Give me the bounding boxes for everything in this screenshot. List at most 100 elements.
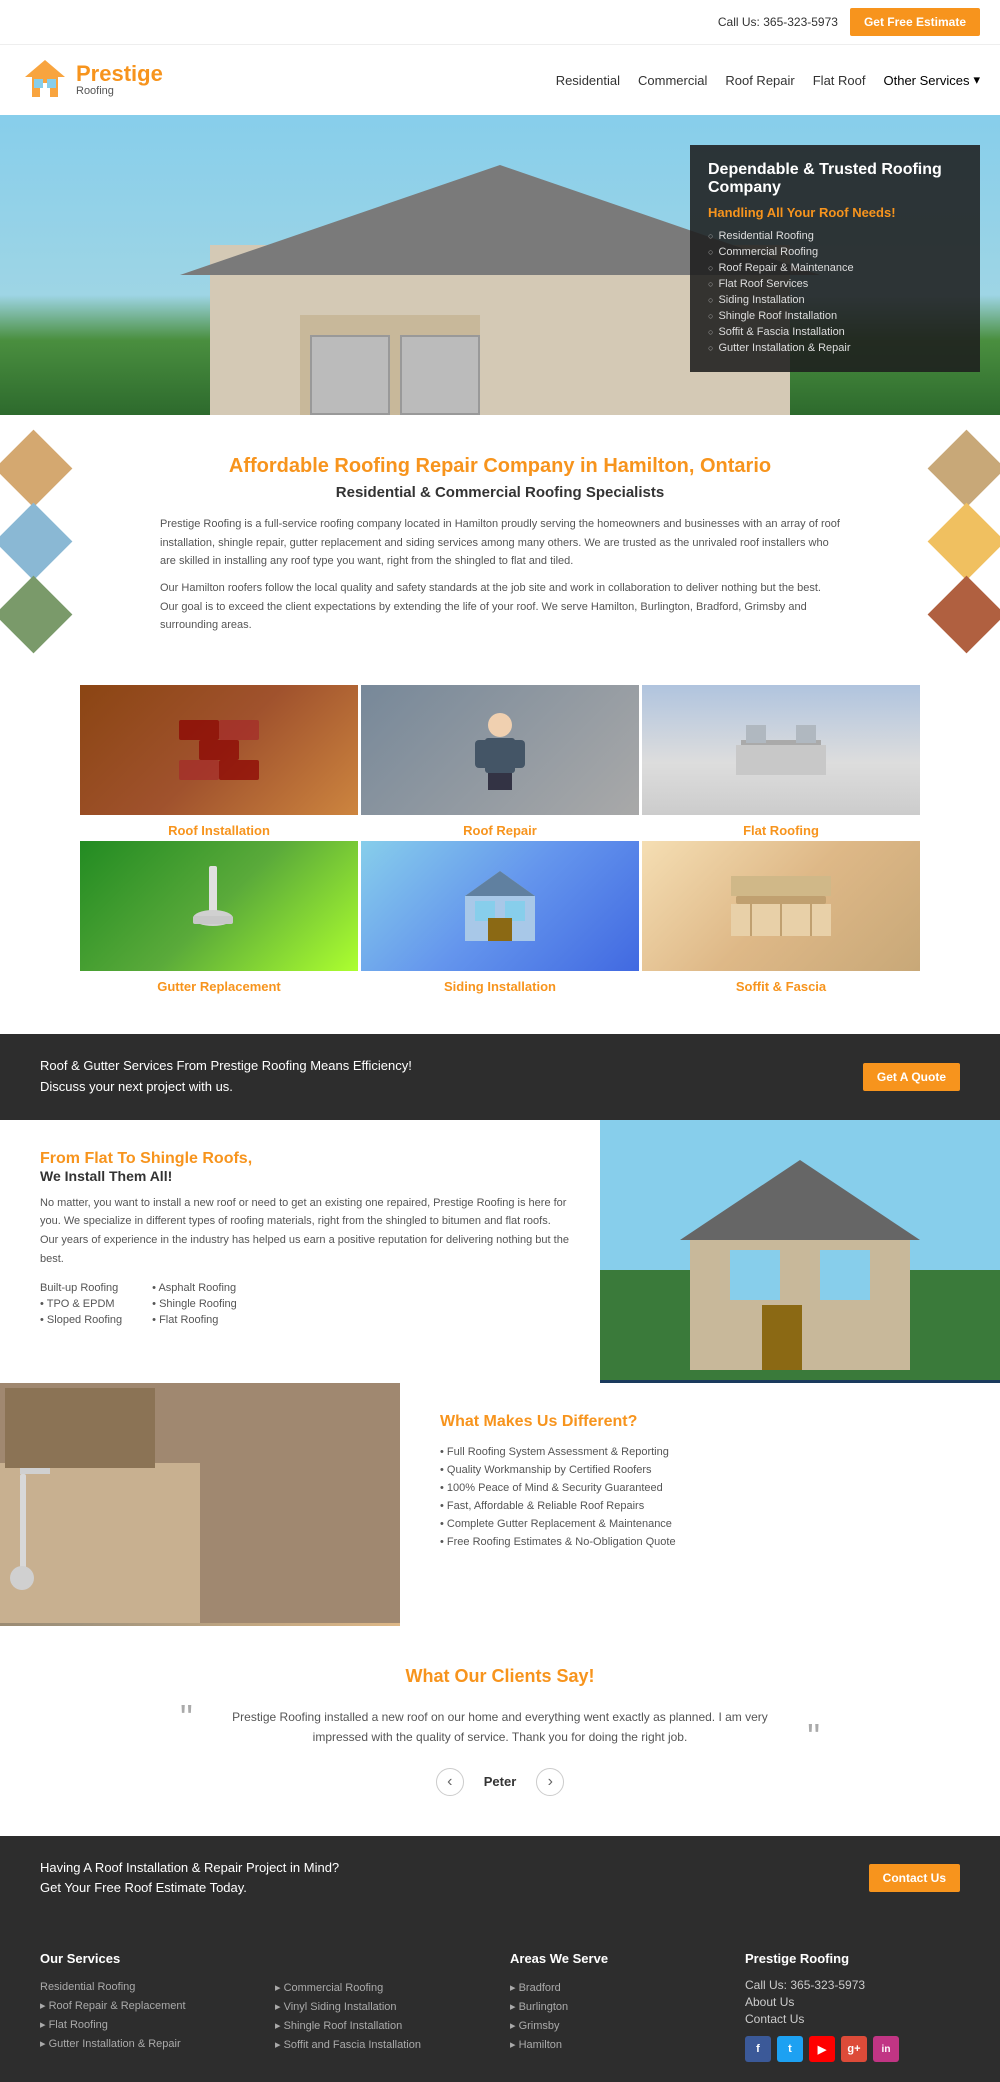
footer-company: Prestige Roofing Call Us: 365-323-5973 A… (745, 1951, 960, 2062)
service-roof-installation[interactable]: Roof Installation (80, 685, 358, 838)
info-heading1: From Flat To Shingle Roofs, (40, 1150, 570, 1168)
contact-us-button[interactable]: Contact Us (869, 1864, 960, 1892)
house-siding-icon (460, 866, 540, 946)
info-heading2: We Install Them All! (40, 1168, 570, 1184)
prev-testimonial-button[interactable]: ‹ (436, 1768, 464, 1796)
hero-door-right (400, 335, 480, 415)
different-left-image (0, 1383, 400, 1626)
different-item-5: • Complete Gutter Replacement & Maintena… (440, 1515, 960, 1533)
logo[interactable]: Prestige Roofing (20, 55, 163, 105)
hero-service-4: Flat Roof Services (708, 276, 962, 292)
affordable-para1: Prestige Roofing is a full-service roofi… (160, 515, 840, 571)
service-roof-repair[interactable]: Roof Repair (361, 685, 639, 838)
diamond-5 (928, 503, 1000, 581)
quote-right-icon: " (807, 1716, 820, 1758)
hero-service-8: Gutter Installation & Repair (708, 340, 962, 356)
service-img-soffit (642, 841, 920, 971)
info-item-5: • Shingle Roofing (152, 1296, 237, 1312)
different-section: What Makes Us Different? • Full Roofing … (0, 1383, 1000, 1626)
different-item-6: • Free Roofing Estimates & No-Obligation… (440, 1533, 960, 1551)
info-para: No matter, you want to install a new roo… (40, 1194, 570, 1269)
get-estimate-button[interactable]: Get Free Estimate (850, 8, 980, 36)
testimonial-author: Peter (484, 1774, 517, 1789)
instagram-icon[interactable]: in (873, 2036, 899, 2062)
footer-svc-5[interactable]: ▸ Commercial Roofing (275, 1978, 490, 1997)
footer-svc-4[interactable]: ▸ Gutter Installation & Repair (40, 2034, 255, 2053)
footer-company-phone[interactable]: Call Us: 365-323-5973 (745, 1978, 960, 1992)
footer-areas-heading: Areas We Serve (510, 1951, 725, 1966)
testimonial-heading: What Our Clients Say! (80, 1666, 920, 1687)
footer-area-3[interactable]: ▸ Grimsby (510, 2016, 725, 2035)
service-img-siding (361, 841, 639, 971)
footer-area-1[interactable]: ▸ Bradford (510, 1978, 725, 1997)
footer-svc-8[interactable]: ▸ Soffit and Fascia Installation (275, 2035, 490, 2054)
twitter-icon[interactable]: t (777, 2036, 803, 2062)
nav-roof-repair[interactable]: Roof Repair (725, 73, 794, 88)
nav-commercial[interactable]: Commercial (638, 73, 707, 88)
footer-contact-link[interactable]: Contact Us (745, 2012, 960, 2026)
service-label-roof: Roof Installation (80, 823, 358, 838)
footer-cta-line1: Having A Roof Installation & Repair Proj… (40, 1858, 339, 1879)
footer-svc-1[interactable]: Residential Roofing (40, 1978, 255, 1996)
nav-other-services[interactable]: Other Services ▾ (883, 72, 980, 88)
footer-svc-6[interactable]: ▸ Vinyl Siding Installation (275, 1997, 490, 2016)
get-quote-button[interactable]: Get A Quote (863, 1063, 960, 1091)
service-gutter-replacement[interactable]: Gutter Replacement (80, 841, 358, 994)
different-item-3: • 100% Peace of Mind & Security Guarante… (440, 1479, 960, 1497)
main-nav: Residential Commercial Roof Repair Flat … (556, 72, 980, 88)
diamond-decorations-left (0, 435, 67, 648)
diamond-2 (0, 503, 72, 581)
different-item-4: • Fast, Affordable & Reliable Roof Repai… (440, 1497, 960, 1515)
footer-svc-3[interactable]: ▸ Flat Roofing (40, 2015, 255, 2034)
hero-service-6: Shingle Roof Installation (708, 308, 962, 324)
footer-services-heading: Our Services (40, 1951, 255, 1966)
facebook-icon[interactable]: f (745, 2036, 771, 2062)
cta-text-line1: Roof & Gutter Services From Prestige Roo… (40, 1056, 412, 1077)
footer-services-col1: Our Services Residential Roofing ▸ Roof … (40, 1951, 255, 2062)
footer-svc-7[interactable]: ▸ Shingle Roof Installation (275, 2016, 490, 2035)
footer-services-col2: _ ▸ Commercial Roofing ▸ Vinyl Siding In… (275, 1951, 490, 2062)
worker-icon (470, 710, 530, 790)
social-icons: f t ▶ g+ in (745, 2036, 960, 2062)
footer-area-2[interactable]: ▸ Burlington (510, 1997, 725, 2016)
service-label-soffit: Soffit & Fascia (642, 979, 920, 994)
service-siding-installation[interactable]: Siding Installation (361, 841, 639, 994)
service-img-flat-roofing (642, 685, 920, 815)
footer-area-4[interactable]: ▸ Hamilton (510, 2035, 725, 2054)
footer-about-link[interactable]: About Us (745, 1995, 960, 2009)
logo-subtext: Roofing (76, 85, 163, 97)
nav-residential[interactable]: Residential (556, 73, 620, 88)
hero-service-3: Roof Repair & Maintenance (708, 260, 962, 276)
hero-door-left (310, 335, 390, 415)
affordable-section: Affordable Roofing Repair Company in Ham… (0, 415, 1000, 675)
quote-left-icon: " (180, 1697, 193, 1739)
info-item-1: Built-up Roofing (40, 1280, 122, 1296)
next-testimonial-button[interactable]: › (536, 1768, 564, 1796)
hero-subtitle: Handling All Your Roof Needs! (708, 205, 962, 220)
service-soffit-fascia[interactable]: Soffit & Fascia (642, 841, 920, 994)
testimonial-text: Prestige Roofing installed a new roof on… (200, 1707, 800, 1748)
service-img-roof-repair (361, 685, 639, 815)
hero-section: Dependable & Trusted Roofing Company Han… (0, 115, 1000, 415)
info-right-image (600, 1120, 1000, 1383)
info-list-right: • Asphalt Roofing • Shingle Roofing • Fl… (152, 1280, 237, 1328)
main-header: Prestige Roofing Residential Commercial … (0, 45, 1000, 115)
logo-text: Prestige (76, 63, 163, 85)
gutter-icon (179, 866, 259, 946)
different-right: What Makes Us Different? • Full Roofing … (400, 1383, 1000, 1626)
soffit-icon (731, 876, 831, 936)
nav-flat-roof[interactable]: Flat Roof (813, 73, 866, 88)
testimonial-nav: ‹ Peter › (80, 1768, 920, 1796)
footer-svc-2[interactable]: ▸ Roof Repair & Replacement (40, 1996, 255, 2015)
service-label-repair: Roof Repair (361, 823, 639, 838)
footer-cta-line2: Get Your Free Roof Estimate Today. (40, 1878, 339, 1899)
info-item-3: • Sloped Roofing (40, 1312, 122, 1328)
footer-grid: Our Services Residential Roofing ▸ Roof … (40, 1951, 960, 2062)
top-bar: Call Us: 365-323-5973 Get Free Estimate (0, 0, 1000, 45)
service-flat-roofing[interactable]: Flat Roofing (642, 685, 920, 838)
affordable-para2: Our Hamilton roofers follow the local qu… (160, 579, 840, 635)
cta-banner: Roof & Gutter Services From Prestige Roo… (0, 1034, 1000, 1120)
info-item-4: • Asphalt Roofing (152, 1280, 237, 1296)
youtube-icon[interactable]: ▶ (809, 2036, 835, 2062)
googleplus-icon[interactable]: g+ (841, 2036, 867, 2062)
